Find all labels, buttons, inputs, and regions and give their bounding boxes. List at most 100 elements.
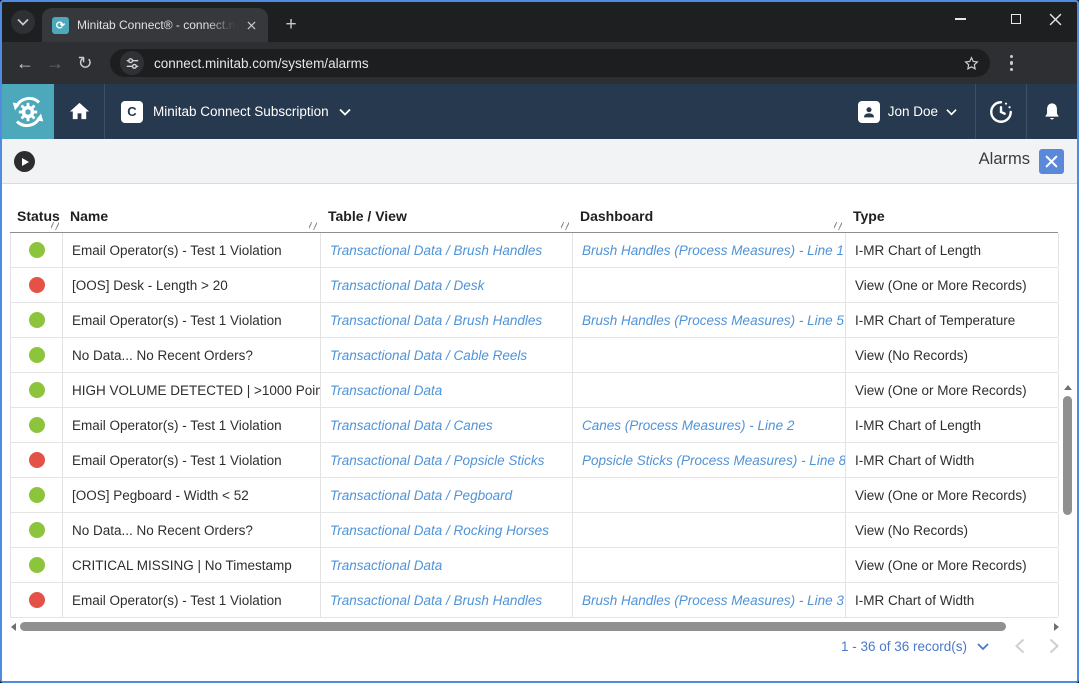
vertical-scrollbar-thumb[interactable]: [1063, 396, 1072, 515]
table-view-link[interactable]: Transactional Data: [321, 373, 573, 407]
table-row[interactable]: [OOS] Desk - Length > 20 Transactional D…: [10, 268, 1058, 303]
status-dot: [29, 592, 45, 608]
address-bar[interactable]: connect.minitab.com/system/alarms: [110, 49, 990, 77]
status-cell: [11, 408, 63, 442]
status-dot: [29, 382, 45, 398]
panel-title: Alarms: [979, 150, 1030, 169]
column-resize-handle[interactable]: [561, 222, 569, 230]
url-text[interactable]: connect.minitab.com/system/alarms: [154, 56, 963, 71]
column-resize-handle[interactable]: [309, 222, 317, 230]
alarm-name: Email Operator(s) - Test 1 Violation: [63, 583, 321, 617]
app-navbar: C Minitab Connect Subscription Jon Doe: [2, 84, 1077, 139]
prev-page-button[interactable]: [1015, 638, 1025, 654]
site-info-icon[interactable]: [120, 51, 144, 75]
column-header-table-view[interactable]: Table / View: [320, 200, 572, 232]
tab-title: Minitab Connect® - connect.minitab.com: [77, 18, 235, 32]
table-row[interactable]: Email Operator(s) - Test 1 Violation Tra…: [10, 443, 1058, 478]
column-resize-handle[interactable]: [834, 222, 842, 230]
dashboard-link[interactable]: Popsicle Sticks (Process Measures) - Lin…: [573, 443, 846, 477]
scroll-up-arrow[interactable]: [1064, 385, 1072, 390]
dashboard-link[interactable]: Brush Handles (Process Measures) - Line …: [573, 233, 846, 267]
dashboard-link[interactable]: [573, 478, 846, 512]
table-view-link[interactable]: Transactional Data / Pegboard: [321, 478, 573, 512]
dashboard-link[interactable]: [573, 548, 846, 582]
table-view-link[interactable]: Transactional Data / Brush Handles: [321, 583, 573, 617]
home-button[interactable]: [54, 84, 104, 139]
dashboard-link[interactable]: [573, 338, 846, 372]
reload-icon[interactable]: ↻: [70, 48, 100, 78]
table-header: Status Name Table / View Dashboard Type: [10, 200, 1058, 233]
window-minimize-button[interactable]: [938, 2, 982, 36]
tab-close-icon[interactable]: [243, 17, 260, 34]
column-header-status[interactable]: Status: [10, 200, 62, 232]
next-page-button[interactable]: [1049, 638, 1059, 654]
dashboard-link[interactable]: [573, 513, 846, 547]
alarm-type: View (One or More Records): [846, 478, 1059, 512]
column-header-type[interactable]: Type: [845, 200, 1058, 232]
status-dot: [29, 277, 45, 293]
table-view-link[interactable]: Transactional Data / Cable Reels: [321, 338, 573, 372]
browser-tab[interactable]: ⟳ Minitab Connect® - connect.minitab.com: [42, 8, 268, 42]
bell-icon: [1041, 101, 1063, 123]
horizontal-scrollbar-thumb[interactable]: [20, 622, 1006, 631]
alarm-name: Email Operator(s) - Test 1 Violation: [63, 303, 321, 337]
dashboard-link[interactable]: Brush Handles (Process Measures) - Line …: [573, 303, 846, 337]
dashboard-link[interactable]: Canes (Process Measures) - Line 2: [573, 408, 846, 442]
column-resize-handle[interactable]: [51, 222, 59, 230]
chevron-down-icon[interactable]: [977, 642, 989, 651]
table-view-link[interactable]: Transactional Data / Popsicle Sticks: [321, 443, 573, 477]
dashboard-link[interactable]: [573, 373, 846, 407]
subscription-badge: C: [121, 101, 143, 123]
table-row[interactable]: HIGH VOLUME DETECTED | >1000 Points Tran…: [10, 373, 1058, 408]
horizontal-scrollbar[interactable]: [10, 620, 1060, 633]
scroll-left-arrow[interactable]: [11, 623, 16, 631]
new-tab-button[interactable]: +: [278, 12, 304, 38]
app-logo[interactable]: [2, 84, 54, 139]
table-view-link[interactable]: Transactional Data / Rocking Horses: [321, 513, 573, 547]
tab-strip: ⟳ Minitab Connect® - connect.minitab.com…: [2, 2, 1077, 42]
records-count-dropdown[interactable]: 1 - 36 of 36 record(s): [841, 639, 967, 654]
table-row[interactable]: Email Operator(s) - Test 1 Violation Tra…: [10, 233, 1058, 268]
status-cell: [11, 338, 63, 372]
table-row[interactable]: No Data... No Recent Orders? Transaction…: [10, 338, 1058, 373]
table-row[interactable]: [OOS] Pegboard - Width < 52 Transactiona…: [10, 478, 1058, 513]
navbar-right: Jon Doe: [840, 84, 1077, 139]
notifications-button[interactable]: [1027, 84, 1077, 139]
alarm-name: [OOS] Desk - Length > 20: [63, 268, 321, 302]
history-button[interactable]: [976, 84, 1026, 139]
alarm-type: I-MR Chart of Temperature: [846, 303, 1059, 337]
table-row[interactable]: Email Operator(s) - Test 1 Violation Tra…: [10, 303, 1058, 338]
back-icon[interactable]: ←: [10, 48, 40, 78]
user-menu[interactable]: Jon Doe: [840, 84, 975, 139]
column-header-name[interactable]: Name: [62, 200, 320, 232]
table-view-link[interactable]: Transactional Data / Brush Handles: [321, 303, 573, 337]
forward-icon[interactable]: →: [40, 48, 70, 78]
table-row[interactable]: No Data... No Recent Orders? Transaction…: [10, 513, 1058, 548]
status-cell: [11, 478, 63, 512]
status-dot: [29, 452, 45, 468]
column-header-dashboard[interactable]: Dashboard: [572, 200, 845, 232]
table-view-link[interactable]: Transactional Data / Brush Handles: [321, 233, 573, 267]
table-row[interactable]: Email Operator(s) - Test 1 Violation Tra…: [10, 408, 1058, 443]
browser-menu-icon[interactable]: [1004, 51, 1019, 75]
table-row[interactable]: CRITICAL MISSING | No Timestamp Transact…: [10, 548, 1058, 583]
alarm-name: No Data... No Recent Orders?: [63, 338, 321, 372]
window-maximize-button[interactable]: [994, 2, 1038, 36]
table-row[interactable]: Email Operator(s) - Test 1 Violation Tra…: [10, 583, 1058, 618]
window-close-button[interactable]: [1033, 2, 1077, 36]
table-view-link[interactable]: Transactional Data / Desk: [321, 268, 573, 302]
panel-close-button[interactable]: [1039, 149, 1064, 174]
bookmark-star-icon[interactable]: [963, 55, 980, 72]
status-cell: [11, 443, 63, 477]
tab-search-button[interactable]: [11, 10, 35, 34]
subscription-selector[interactable]: C Minitab Connect Subscription: [105, 84, 367, 139]
scroll-right-arrow[interactable]: [1054, 623, 1059, 631]
alarm-type: I-MR Chart of Width: [846, 583, 1059, 617]
dashboard-link[interactable]: Brush Handles (Process Measures) - Line …: [573, 583, 846, 617]
panel-toggle-button[interactable]: [14, 151, 35, 172]
table-view-link[interactable]: Transactional Data / Canes: [321, 408, 573, 442]
vertical-scrollbar[interactable]: [1062, 383, 1073, 683]
dashboard-link[interactable]: [573, 268, 846, 302]
alarm-name: Email Operator(s) - Test 1 Violation: [63, 443, 321, 477]
table-view-link[interactable]: Transactional Data: [321, 548, 573, 582]
